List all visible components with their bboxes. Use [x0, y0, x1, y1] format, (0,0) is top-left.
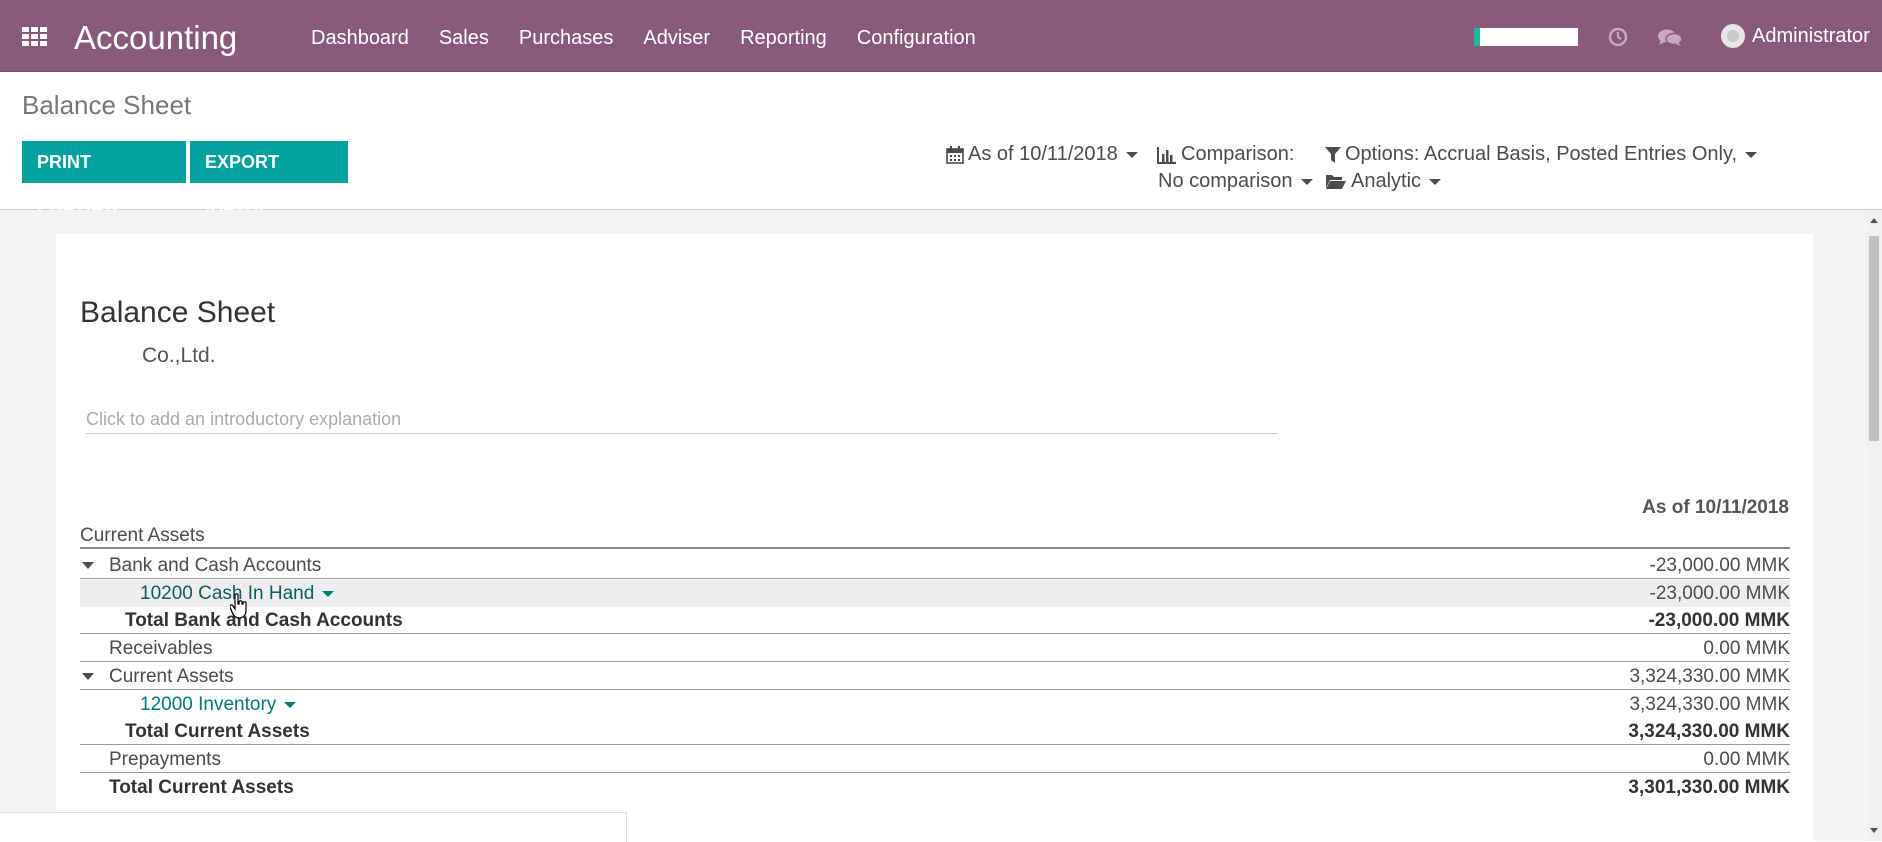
menu-configuration[interactable]: Configuration [857, 26, 976, 50]
collapse-toggle-icon[interactable] [82, 673, 94, 680]
folder-open-icon [1325, 173, 1347, 190]
table-row[interactable]: Current Assets 3,324,330.00 MMK [80, 663, 1790, 690]
row-amount: 0.00 MMK [1703, 638, 1790, 659]
chat-icon[interactable] [1657, 28, 1683, 53]
apps-grid-icon[interactable] [22, 27, 48, 47]
app-title: Accounting [74, 19, 238, 56]
menu-purchases[interactable]: Purchases [519, 26, 614, 50]
analytic-label: Analytic [1351, 170, 1422, 192]
analytic-dropdown[interactable]: Analytic [1325, 170, 1442, 193]
breadcrumb: Balance Sheet [22, 90, 192, 120]
options-label: Options: Accrual Basis, Posted Entries O… [1345, 143, 1738, 165]
progress-fill [1474, 28, 1481, 46]
status-bar [0, 812, 627, 842]
export-xlsx-button[interactable]: EXPORT (XLSX) [190, 141, 348, 214]
row-label: Bank and Cash Accounts [109, 555, 322, 576]
table-row: Total Current Assets 3,324,330.00 MMK [80, 718, 1790, 745]
options-dropdown[interactable]: Options: Accrual Basis, Posted Entries O… [1325, 143, 1758, 166]
onboarding-progress-bar[interactable] [1474, 28, 1578, 46]
top-navbar: Accounting Dashboard Sales Purchases Adv… [0, 0, 1882, 72]
row-amount: -23,000.00 MMK [1648, 610, 1790, 631]
row-amount: 0.00 MMK [1703, 749, 1790, 770]
table-row[interactable]: 10200 Cash In Hand -23,000.00 MMK [80, 580, 1790, 607]
bar-chart-icon [1157, 146, 1177, 164]
table-row: Prepayments 0.00 MMK [80, 746, 1790, 773]
row-amount: -23,000.00 MMK [1649, 555, 1790, 576]
report-title: Balance Sheet [80, 296, 276, 329]
scroll-thumb[interactable] [1869, 236, 1879, 441]
row-label: Total Current Assets [109, 777, 294, 798]
menu-reporting[interactable]: Reporting [740, 26, 827, 50]
scroll-up-arrow[interactable] [1870, 218, 1878, 223]
comparison-value: No comparison [1158, 170, 1293, 192]
account-label: 10200 Cash In Hand [140, 583, 315, 604]
column-header-date: As of 10/11/2018 [1642, 497, 1789, 518]
caret-down-icon [1429, 178, 1442, 185]
company-name: Co.,Ltd. [142, 344, 216, 367]
comparison-label: Comparison: [1181, 143, 1295, 165]
row-amount: 3,301,330.00 MMK [1628, 777, 1790, 798]
date-filter-label: As of 10/11/2018 [968, 143, 1118, 165]
avatar [1721, 24, 1745, 48]
scroll-down-arrow[interactable] [1870, 828, 1878, 833]
menu-sales[interactable]: Sales [439, 26, 489, 50]
row-label: Total Bank and Cash Accounts [125, 610, 403, 631]
account-label: 12000 Inventory [140, 694, 277, 715]
vertical-scrollbar[interactable] [1866, 210, 1882, 841]
row-label: Receivables [109, 638, 213, 659]
table-row: Current Assets [80, 522, 1790, 549]
user-menu[interactable]: Administrator [1721, 24, 1870, 48]
intro-explanation-field[interactable]: Click to add an introductory explanation [86, 405, 1278, 434]
row-label: Total Current Assets [125, 721, 310, 742]
row-amount: -23,000.00 MMK [1649, 583, 1790, 604]
collapse-toggle-icon[interactable] [82, 562, 94, 569]
row-label: Current Assets [80, 525, 205, 546]
row-amount: 3,324,330.00 MMK [1629, 694, 1790, 715]
account-link-inventory[interactable]: 12000 Inventory [140, 691, 297, 718]
table-row[interactable]: 12000 Inventory 3,324,330.00 MMK [80, 691, 1790, 718]
filter-icon [1325, 146, 1341, 164]
user-name: Administrator [1752, 24, 1870, 47]
table-row: Total Current Assets 3,301,330.00 MMK [80, 774, 1790, 801]
calendar-icon [946, 145, 964, 164]
clock-icon[interactable] [1608, 27, 1628, 52]
table-row: Receivables 0.00 MMK [80, 635, 1790, 662]
row-label: Current Assets [109, 666, 234, 687]
control-panel: Balance Sheet PRINT PREVIEW EXPORT (XLSX… [0, 72, 1882, 214]
caret-down-icon[interactable] [284, 701, 297, 708]
menu-dashboard[interactable]: Dashboard [311, 26, 409, 50]
caret-down-icon [1745, 151, 1758, 158]
caret-down-icon [1300, 178, 1313, 185]
print-preview-button[interactable]: PRINT PREVIEW [22, 141, 186, 214]
comparison-value-dropdown[interactable]: No comparison [1158, 170, 1313, 193]
comparison-dropdown[interactable]: Comparison: [1157, 143, 1294, 166]
row-amount: 3,324,330.00 MMK [1629, 666, 1790, 687]
caret-down-icon[interactable] [322, 590, 335, 597]
date-filter-dropdown[interactable]: As of 10/11/2018 [946, 143, 1138, 166]
caret-down-icon [1125, 151, 1138, 158]
mouse-pointer-icon [229, 593, 248, 624]
table-row[interactable]: Bank and Cash Accounts -23,000.00 MMK [80, 552, 1790, 579]
row-label: Prepayments [109, 749, 221, 770]
row-amount: 3,324,330.00 MMK [1628, 721, 1790, 742]
main-menu: Dashboard Sales Purchases Adviser Report… [311, 26, 1006, 50]
menu-adviser[interactable]: Adviser [643, 26, 710, 50]
table-row: Total Bank and Cash Accounts -23,000.00 … [80, 607, 1790, 634]
